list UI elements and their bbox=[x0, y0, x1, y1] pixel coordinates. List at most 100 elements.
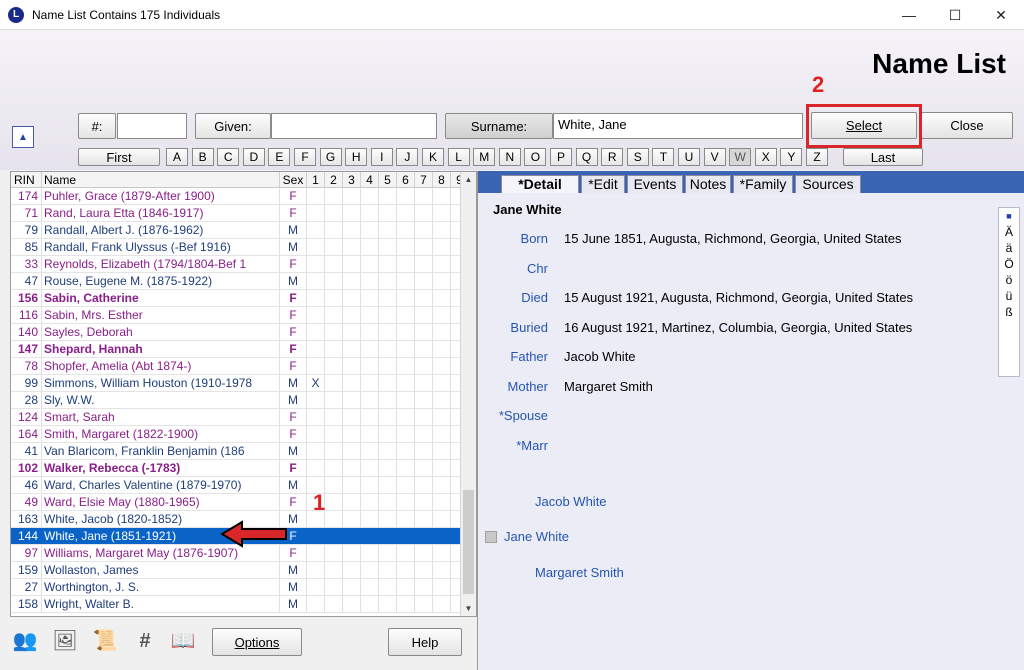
field-label-born[interactable]: Born bbox=[478, 231, 548, 246]
number-label-button[interactable]: #: bbox=[78, 113, 116, 139]
letter-button-w[interactable]: W bbox=[729, 148, 752, 166]
letter-button-e[interactable]: E bbox=[268, 148, 291, 166]
tab-notes[interactable]: Notes bbox=[685, 175, 731, 193]
letter-button-g[interactable]: G bbox=[319, 148, 342, 166]
picture-icon[interactable]: 🖼 bbox=[52, 628, 78, 654]
special-char-button[interactable]: ä bbox=[999, 240, 1019, 256]
field-label-died[interactable]: Died bbox=[478, 290, 548, 305]
letter-button-l[interactable]: L bbox=[447, 148, 470, 166]
table-row[interactable]: 174 Puhler, Grace (1879-After 1900) F bbox=[11, 188, 469, 205]
letter-button-a[interactable]: A bbox=[166, 148, 188, 166]
people-icon[interactable]: 👥 bbox=[12, 628, 38, 654]
field-label-spouse[interactable]: *Spouse bbox=[478, 408, 548, 423]
table-row[interactable]: 47 Rouse, Eugene M. (1875-1922) M bbox=[11, 273, 469, 290]
field-label-chr[interactable]: Chr bbox=[478, 261, 548, 276]
special-char-button[interactable]: Ö bbox=[999, 256, 1019, 272]
table-row[interactable]: 33 Reynolds, Elizabeth (1794/1804-Bef 1F bbox=[11, 256, 469, 273]
field-label-marr[interactable]: *Marr bbox=[478, 438, 548, 453]
letter-button-y[interactable]: Y bbox=[780, 148, 803, 166]
scroll-up-arrow-icon[interactable]: ▲ bbox=[461, 172, 476, 187]
surname-label-button[interactable]: Surname: bbox=[445, 113, 553, 139]
name-column-header[interactable]: Name bbox=[42, 172, 280, 188]
table-row[interactable]: 28 Sly, W.W. M bbox=[11, 392, 469, 409]
table-row[interactable]: 147 Shepard, Hannah F bbox=[11, 341, 469, 358]
special-char-button[interactable]: ü bbox=[999, 288, 1019, 304]
table-row[interactable]: 27 Worthington, J. S. M bbox=[11, 579, 469, 596]
field-label-father[interactable]: Father bbox=[478, 349, 548, 364]
table-row[interactable]: 99 Simmons, William Houston (1910-1978 M X bbox=[11, 375, 469, 392]
table-row[interactable]: 164 Smith, Margaret (1822-1900) F bbox=[11, 426, 469, 443]
table-row[interactable]: 79 Randall, Albert J. (1876-1962) M bbox=[11, 222, 469, 239]
list-scrollbar[interactable]: ▲ ▼ bbox=[460, 172, 476, 616]
number-column-header-7[interactable]: 7 bbox=[415, 172, 433, 188]
letter-button-c[interactable]: C bbox=[217, 148, 240, 166]
char-toggle-icon[interactable]: ■ bbox=[999, 208, 1019, 224]
special-char-button[interactable]: ö bbox=[999, 272, 1019, 288]
letter-button-q[interactable]: Q bbox=[575, 148, 598, 166]
letter-button-m[interactable]: M bbox=[473, 148, 496, 166]
hash-icon[interactable]: # bbox=[132, 628, 158, 654]
minimize-button[interactable]: — bbox=[886, 0, 932, 30]
letter-button-i[interactable]: I bbox=[370, 148, 393, 166]
table-row[interactable]: 124 Smart, Sarah F bbox=[11, 409, 469, 426]
letter-button-t[interactable]: T bbox=[652, 148, 675, 166]
sex-column-header[interactable]: Sex bbox=[280, 172, 307, 188]
scroll-up-icon[interactable]: ▲ bbox=[12, 126, 34, 148]
tab-family[interactable]: *Family bbox=[733, 175, 793, 193]
table-row[interactable]: 159 Wollaston, James M bbox=[11, 562, 469, 579]
letter-button-d[interactable]: D bbox=[242, 148, 265, 166]
special-char-button[interactable]: Ä bbox=[999, 224, 1019, 240]
table-row[interactable]: 140 Sayles, Deborah F bbox=[11, 324, 469, 341]
field-label-mother[interactable]: Mother bbox=[478, 379, 548, 394]
given-label-button[interactable]: Given: bbox=[195, 113, 271, 139]
table-row[interactable]: 78 Shopfer, Amelia (Abt 1874-) F bbox=[11, 358, 469, 375]
number-column-header-5[interactable]: 5 bbox=[379, 172, 397, 188]
scroll-thumb[interactable] bbox=[463, 490, 474, 594]
letter-button-s[interactable]: S bbox=[626, 148, 649, 166]
tab-detail[interactable]: *Detail bbox=[501, 175, 579, 193]
letter-button-j[interactable]: J bbox=[396, 148, 419, 166]
table-row[interactable]: 46 Ward, Charles Valentine (1879-1970) M bbox=[11, 477, 469, 494]
close-button[interactable]: Close bbox=[921, 112, 1013, 139]
table-row[interactable]: 49 Ward, Elsie May (1880-1965) F bbox=[11, 494, 469, 511]
number-input[interactable] bbox=[117, 113, 187, 139]
letter-button-r[interactable]: R bbox=[601, 148, 624, 166]
help-button[interactable]: Help bbox=[388, 628, 462, 656]
tree-father[interactable]: Jacob White bbox=[535, 494, 607, 509]
table-row[interactable]: 156 Sabin, Catherine F bbox=[11, 290, 469, 307]
letter-button-f[interactable]: F bbox=[294, 148, 316, 166]
tab-sources[interactable]: Sources bbox=[795, 175, 861, 193]
table-row[interactable]: 71 Rand, Laura Etta (1846-1917) F bbox=[11, 205, 469, 222]
letter-button-u[interactable]: U bbox=[678, 148, 700, 166]
book-icon[interactable]: 📖 bbox=[170, 628, 196, 654]
surname-input[interactable]: White, Jane bbox=[553, 113, 803, 139]
letter-button-x[interactable]: X bbox=[754, 148, 777, 166]
table-row[interactable]: 85 Randall, Frank Ulyssus (-Bef 1916) M bbox=[11, 239, 469, 256]
tree-mother[interactable]: Margaret Smith bbox=[535, 565, 624, 580]
number-column-header-1[interactable]: 1 bbox=[307, 172, 325, 188]
field-label-buried[interactable]: Buried bbox=[478, 320, 548, 335]
first-button[interactable]: First bbox=[78, 148, 160, 166]
number-column-header-3[interactable]: 3 bbox=[343, 172, 361, 188]
table-row[interactable]: 116 Sabin, Mrs. Esther F bbox=[11, 307, 469, 324]
options-button[interactable]: Options bbox=[212, 628, 302, 656]
last-button[interactable]: Last bbox=[843, 148, 923, 166]
table-row[interactable]: 41 Van Blaricom, Franklin Benjamin (186 M bbox=[11, 443, 469, 460]
maximize-button[interactable]: ☐ bbox=[932, 0, 978, 30]
letter-button-k[interactable]: K bbox=[422, 148, 444, 166]
close-window-button[interactable]: ✕ bbox=[978, 0, 1024, 30]
letter-button-v[interactable]: V bbox=[703, 148, 726, 166]
number-column-header-4[interactable]: 4 bbox=[361, 172, 379, 188]
name-list[interactable]: RIN Name Sex 123456789 174Puhler, Grace … bbox=[10, 171, 477, 617]
number-column-header-2[interactable]: 2 bbox=[325, 172, 343, 188]
scroll-down-arrow-icon[interactable]: ▼ bbox=[461, 601, 476, 616]
letter-button-h[interactable]: H bbox=[345, 148, 368, 166]
rin-column-header[interactable]: RIN bbox=[11, 172, 42, 188]
table-row[interactable]: 102 Walker, Rebecca (-1783) F bbox=[11, 460, 469, 477]
given-input[interactable] bbox=[271, 113, 437, 139]
tab-events[interactable]: Events bbox=[627, 175, 683, 193]
letter-button-o[interactable]: O bbox=[524, 148, 547, 166]
letter-button-p[interactable]: P bbox=[550, 148, 572, 166]
tab-edit[interactable]: *Edit bbox=[581, 175, 625, 193]
table-row[interactable]: 158 Wright, Walter B. M bbox=[11, 596, 469, 613]
